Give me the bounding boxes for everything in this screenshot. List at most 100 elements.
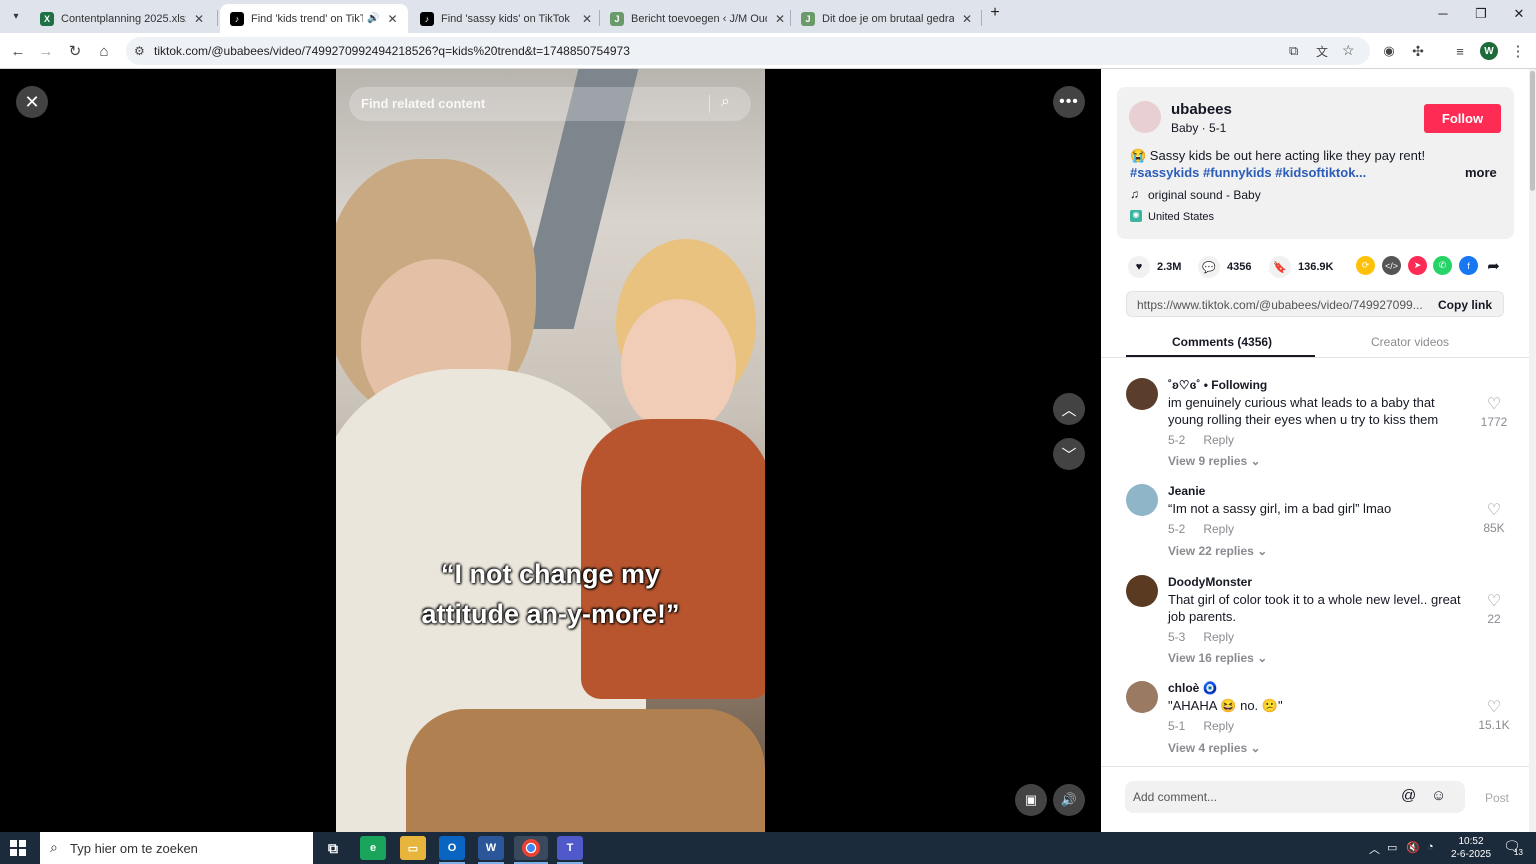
- tab-comments[interactable]: Comments (4356): [1172, 335, 1272, 349]
- comment-bubble-icon[interactable]: 💬: [1198, 256, 1220, 278]
- save-stat[interactable]: 🔖 136.9K: [1269, 256, 1333, 278]
- tab-tiktok-kids-trend[interactable]: ♪ Find 'kids trend' on TikTok | 🔊 ✕: [220, 4, 408, 33]
- site-settings-icon[interactable]: ⚙: [134, 44, 145, 58]
- view-replies-label[interactable]: View 9 replies: [1168, 454, 1247, 468]
- heart-outline-icon[interactable]: ♡: [1484, 500, 1504, 520]
- embed-icon[interactable]: </>: [1382, 256, 1401, 275]
- floating-player-icon[interactable]: ▣: [1015, 784, 1047, 816]
- install-app-icon[interactable]: ⧉: [1289, 43, 1298, 59]
- tab-bericht-toevoegen[interactable]: J Bericht toevoegen ‹ J/M Ouders ✕: [600, 4, 795, 33]
- commenter-name[interactable]: chloè 🧿: [1168, 681, 1218, 695]
- view-replies-button[interactable]: View 22 replies ⌄: [1168, 544, 1267, 558]
- emoji-icon[interactable]: ☺: [1431, 787, 1446, 804]
- find-related-placeholder[interactable]: Find related content: [361, 96, 485, 111]
- author-name[interactable]: ubabees: [1171, 101, 1232, 118]
- teams-icon[interactable]: T: [557, 836, 583, 860]
- url-text[interactable]: tiktok.com/@ubabees/video/74992709924942…: [154, 44, 630, 58]
- post-comment-button[interactable]: Post: [1485, 791, 1509, 805]
- close-icon[interactable]: ✕: [387, 12, 397, 26]
- commenter-avatar[interactable]: [1126, 484, 1158, 516]
- send-to-friends-icon[interactable]: ➤: [1408, 256, 1427, 275]
- video-link-text[interactable]: https://www.tiktok.com/@ubabees/video/74…: [1137, 298, 1423, 312]
- video-frame[interactable]: “I not change my attitude an-y-more!”: [336, 69, 765, 832]
- view-replies-button[interactable]: View 16 replies ⌄: [1168, 651, 1267, 665]
- battery-icon[interactable]: ▭: [1387, 841, 1397, 854]
- close-window-button[interactable]: ✕: [1504, 6, 1534, 22]
- extension-shield-icon[interactable]: ◉: [1379, 41, 1399, 61]
- word-icon[interactable]: W: [478, 836, 504, 860]
- reply-button[interactable]: Reply: [1203, 522, 1234, 536]
- restore-button[interactable]: ❐: [1466, 6, 1496, 22]
- edge-icon[interactable]: e: [360, 836, 386, 860]
- close-icon[interactable]: ✕: [194, 12, 204, 26]
- tab-tiktok-sassy-kids[interactable]: ♪ Find 'sassy kids' on TikTok | TikT ✕: [410, 4, 602, 33]
- new-tab-button[interactable]: +: [980, 4, 1010, 22]
- commenter-name[interactable]: DoodyMonster: [1168, 575, 1252, 589]
- windows-start-icon[interactable]: [10, 840, 26, 856]
- commenter-avatar[interactable]: [1126, 681, 1158, 713]
- close-icon[interactable]: ✕: [962, 12, 972, 26]
- task-view-icon[interactable]: ⧉: [320, 836, 346, 860]
- view-replies-button[interactable]: View 9 replies ⌄: [1168, 454, 1261, 468]
- view-replies-button[interactable]: View 4 replies ⌄: [1168, 741, 1261, 755]
- sound-name[interactable]: original sound - Baby: [1148, 188, 1261, 202]
- show-hidden-icons[interactable]: ︿: [1369, 841, 1380, 857]
- view-replies-label[interactable]: View 4 replies: [1168, 741, 1247, 755]
- view-replies-label[interactable]: View 22 replies: [1168, 544, 1254, 558]
- repost-icon[interactable]: ⟳: [1356, 256, 1375, 275]
- network-icon[interactable]: ◔: [1427, 841, 1434, 853]
- view-replies-label[interactable]: View 16 replies: [1168, 651, 1254, 665]
- heart-outline-icon[interactable]: ♡: [1484, 394, 1504, 414]
- outlook-icon[interactable]: O: [439, 836, 465, 860]
- taskbar-clock[interactable]: 10:52 2-6-2025: [1446, 835, 1496, 861]
- add-comment-placeholder[interactable]: Add comment...: [1133, 790, 1217, 804]
- bookmark-icon[interactable]: 🔖: [1269, 256, 1291, 278]
- heart-outline-icon[interactable]: ♡: [1484, 697, 1504, 717]
- facebook-icon[interactable]: f: [1459, 256, 1478, 275]
- address-bar[interactable]: ⚙ tiktok.com/@ubabees/video/749927099249…: [126, 37, 1370, 65]
- mention-icon[interactable]: @: [1401, 787, 1416, 804]
- scrollbar-thumb[interactable]: [1530, 71, 1535, 191]
- taskbar-search[interactable]: ⌕ Typ hier om te zoeken: [40, 832, 313, 864]
- more-button[interactable]: more: [1465, 165, 1497, 180]
- reload-button[interactable]: ↻: [65, 41, 85, 61]
- commenter-name[interactable]: ˚ʚ♡ɞ˚ • Following: [1168, 378, 1267, 392]
- chrome-icon[interactable]: [514, 836, 548, 860]
- reply-button[interactable]: Reply: [1203, 630, 1234, 644]
- tab-excel[interactable]: X Contentplanning 2025.xlsx ✕: [30, 4, 214, 33]
- commenter-avatar[interactable]: [1126, 575, 1158, 607]
- search-icon[interactable]: ⌕: [721, 93, 730, 111]
- file-explorer-icon[interactable]: ▭: [400, 836, 426, 860]
- close-icon[interactable]: ✕: [775, 12, 785, 26]
- video-player[interactable]: “I not change my attitude an-y-more!” ✕ …: [0, 69, 1101, 832]
- author-avatar[interactable]: [1129, 101, 1161, 133]
- tab-search-menu-button[interactable]: ▾: [6, 6, 26, 26]
- heart-icon[interactable]: ♥: [1128, 256, 1150, 278]
- close-icon[interactable]: ✕: [582, 12, 592, 26]
- forward-button[interactable]: →: [36, 41, 56, 61]
- minimize-button[interactable]: ─: [1428, 6, 1458, 21]
- volume-icon[interactable]: 🔊: [1053, 784, 1085, 816]
- commenter-avatar[interactable]: [1126, 378, 1158, 410]
- post-hashtags[interactable]: #sassykids #funnykids #kidsoftiktok...: [1130, 165, 1366, 180]
- back-button[interactable]: ←: [8, 41, 28, 61]
- more-options-button[interactable]: •••: [1053, 86, 1085, 118]
- follow-button[interactable]: Follow: [1424, 104, 1501, 133]
- next-video-button[interactable]: ﹀: [1053, 438, 1085, 470]
- find-related-search[interactable]: Find related content ⌕: [349, 87, 751, 121]
- like-stat[interactable]: ♥ 2.3M: [1128, 256, 1181, 278]
- heart-outline-icon[interactable]: ♡: [1484, 591, 1504, 611]
- whatsapp-icon[interactable]: ✆: [1433, 256, 1452, 275]
- commenter-name[interactable]: Jeanie: [1168, 484, 1205, 498]
- reply-button[interactable]: Reply: [1203, 719, 1234, 733]
- speaker-icon[interactable]: 🔊: [367, 13, 379, 24]
- chrome-menu-icon[interactable]: ⋮: [1508, 41, 1528, 61]
- reply-button[interactable]: Reply: [1203, 433, 1234, 447]
- share-arrow-icon[interactable]: ➦: [1484, 256, 1503, 275]
- media-controls-icon[interactable]: ≡: [1450, 41, 1470, 61]
- close-player-button[interactable]: ✕: [16, 86, 48, 118]
- comment-stat[interactable]: 💬 4356: [1198, 256, 1251, 278]
- home-button[interactable]: ⌂: [94, 41, 114, 61]
- taskbar-search-placeholder[interactable]: Typ hier om te zoeken: [70, 841, 198, 856]
- volume-muted-icon[interactable]: 🔇: [1406, 841, 1420, 854]
